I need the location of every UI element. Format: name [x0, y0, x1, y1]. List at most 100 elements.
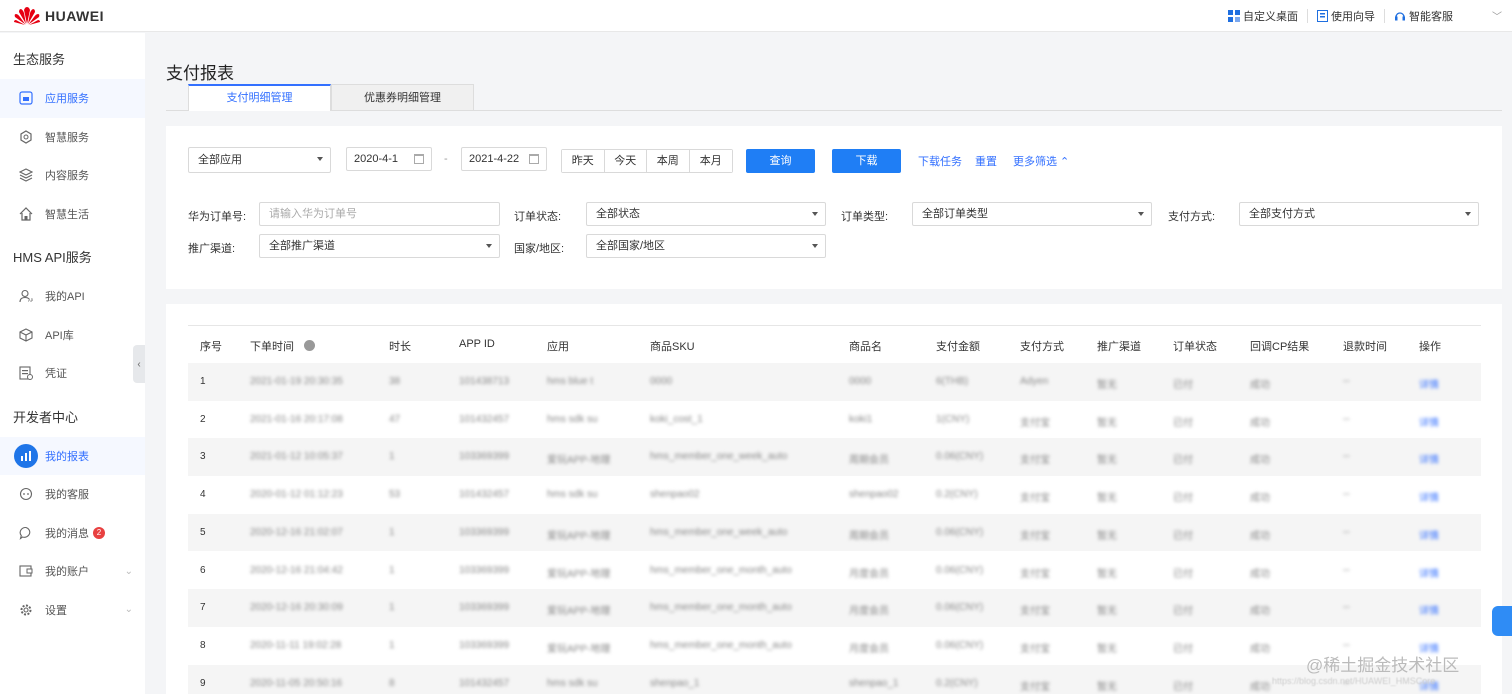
column-header: 应用	[547, 341, 569, 353]
more-filters-link[interactable]: 更多筛选 ⌃	[1013, 153, 1069, 169]
row-detail-link[interactable]: 详情	[1419, 376, 1439, 391]
row-detail-link[interactable]: 详情	[1419, 565, 1439, 580]
table-cell: hms sdk su	[547, 413, 598, 425]
chevron-down-icon[interactable]: ⌄	[125, 604, 133, 615]
sidebar-item-my-messages[interactable]: 我的消息 2	[0, 514, 145, 553]
table-cell: shenpao02	[650, 489, 700, 501]
sidebar-item-my-api[interactable]: API 我的API	[0, 277, 145, 316]
sidebar-item-my-report[interactable]: 我的报表	[0, 436, 145, 475]
sidebar-item-label: 我的消息	[45, 527, 89, 540]
date-separator: -	[444, 153, 448, 165]
date-from-input[interactable]: 2020-4-1	[346, 147, 432, 171]
sidebar-item-api-library[interactable]: API库	[0, 316, 145, 355]
table-cell: 103369399	[459, 639, 510, 651]
sidebar-item-content-service[interactable]: 内容服务	[0, 156, 145, 195]
date-from-value: 2020-4-1	[354, 153, 399, 165]
sidebar-item-my-support[interactable]: 我的客服	[0, 475, 145, 514]
column-header: 推广渠道	[1097, 341, 1141, 353]
date-to-input[interactable]: 2021-4-22	[461, 147, 547, 171]
table-cell: --	[1343, 451, 1350, 463]
table-cell: hms_member_one_month_auto	[650, 564, 792, 576]
table-cell: shenpao_1	[650, 677, 700, 689]
table-cell: 月度会员	[849, 643, 889, 655]
cube-icon	[19, 328, 33, 342]
floating-help-button[interactable]	[1492, 606, 1512, 636]
order-status-value: 全部状态	[596, 208, 640, 220]
row-detail-link[interactable]: 详情	[1419, 451, 1439, 466]
table-cell: 支付宝	[1020, 681, 1050, 693]
order-type-select[interactable]: 全部订单类型	[912, 202, 1152, 226]
user-api-icon: API	[19, 289, 33, 303]
caret-down-icon	[1138, 212, 1144, 216]
chevron-down-icon[interactable]: ﹀	[1492, 8, 1502, 23]
range-this-week-button[interactable]: 本周	[647, 150, 690, 172]
row-detail-link[interactable]: 详情	[1419, 414, 1439, 429]
query-button[interactable]: 查询	[746, 149, 815, 173]
table-cell: 1	[200, 376, 206, 387]
row-detail-link[interactable]: 详情	[1419, 527, 1439, 542]
table-row: 3 2021-01-12 10:05:37 1 103369399 爱玩APP-地理 hm…	[188, 438, 1481, 477]
guide-icon	[1317, 9, 1328, 22]
table-cell: 2020-12-16 21:02:07	[250, 526, 343, 538]
gear-icon	[19, 603, 33, 617]
help-icon[interactable]	[304, 340, 315, 351]
app-select[interactable]: 全部应用	[188, 147, 331, 173]
table-cell: 暂无	[1097, 643, 1117, 655]
table-cell: 暂无	[1097, 606, 1117, 618]
table-cell: 暂无	[1097, 530, 1117, 542]
caret-down-icon	[486, 244, 492, 248]
sidebar-item-smart-life[interactable]: 智慧生活	[0, 195, 145, 234]
column-header: APP ID	[459, 338, 495, 350]
table-cell: --	[1343, 413, 1350, 425]
guide-link[interactable]: 使用向导	[1308, 8, 1385, 23]
region-select[interactable]: 全部国家/地区	[586, 234, 826, 258]
custom-desktop-link[interactable]: 自定义桌面	[1219, 8, 1308, 23]
table-cell: 已付	[1173, 455, 1193, 467]
table-cell: 爱玩APP-地理	[547, 606, 611, 618]
huawei-logo[interactable]: HUAWEI	[13, 6, 104, 26]
row-detail-link[interactable]: 详情	[1419, 602, 1439, 617]
table-header: 序号 下单时间 时长 APP ID 应用 商品SKU 商品名 支付金额 支付方式 推广渠道 订单状态…	[188, 325, 1481, 363]
calendar-icon	[414, 154, 424, 164]
table-cell: 0.06(CNY)	[936, 451, 984, 463]
order-no-input[interactable]: 请输入华为订单号	[259, 202, 500, 226]
table-cell: 0.06(CNY)	[936, 564, 984, 576]
column-header: 时长	[389, 341, 411, 353]
sidebar-item-my-account[interactable]: 我的账户 ⌄	[0, 552, 145, 591]
row-detail-link[interactable]: 详情	[1419, 489, 1439, 504]
order-no-label: 华为订单号:	[188, 211, 247, 223]
tab-coupon-details[interactable]: 优惠券明细管理	[331, 84, 474, 111]
table-row: 7 2020-12-16 20:30:09 1 103369399 爱玩APP-地理 hm…	[188, 589, 1481, 627]
sidebar-item-label: 智慧生活	[45, 208, 89, 221]
range-today-button[interactable]: 今天	[604, 150, 647, 172]
sidebar-item-smart-service[interactable]: 智慧服务	[0, 118, 145, 157]
table-cell: 47	[389, 413, 401, 425]
table-cell: 1	[389, 639, 395, 651]
range-this-month-button[interactable]: 本月	[689, 150, 732, 172]
account-icon	[19, 564, 33, 578]
table-cell: 8	[389, 677, 395, 689]
order-status-select[interactable]: 全部状态	[586, 202, 826, 226]
chevron-down-icon[interactable]: ⌄	[125, 566, 133, 577]
range-yesterday-button[interactable]: 昨天	[562, 150, 605, 172]
smart-support-link[interactable]: 智能客服	[1385, 9, 1462, 23]
download-button[interactable]: 下载	[832, 149, 901, 173]
chevron-up-icon: ⌃	[1057, 156, 1070, 168]
quick-range-group: 昨天 今天 本周 本月	[561, 149, 733, 173]
sidebar-collapse-handle[interactable]: ‹	[133, 345, 145, 383]
pay-method-select[interactable]: 全部支付方式	[1239, 202, 1479, 226]
section-title-dev-center: 开发者中心	[13, 409, 79, 425]
table-row: 1 2021-01-19 20:30:35 38 101438713 hms blue …	[188, 363, 1481, 401]
table-cell: hms_member_one_month_auto	[650, 602, 792, 614]
download-tasks-link[interactable]: 下载任务	[918, 153, 962, 169]
table-cell: --	[1343, 376, 1350, 387]
table-cell: hms sdk su	[547, 489, 598, 501]
channel-select[interactable]: 全部推广渠道	[259, 234, 500, 258]
sidebar-item-settings[interactable]: 设置 ⌄	[0, 591, 145, 630]
sidebar-item-app-service[interactable]: 应用服务	[0, 79, 145, 118]
table-cell: koki_cost_1	[650, 413, 703, 425]
sidebar-item-credential[interactable]: 凭证	[0, 354, 145, 393]
table-cell: 0000	[650, 376, 673, 387]
reset-link[interactable]: 重置	[975, 153, 997, 169]
tab-payment-details[interactable]: 支付明细管理	[188, 84, 331, 111]
